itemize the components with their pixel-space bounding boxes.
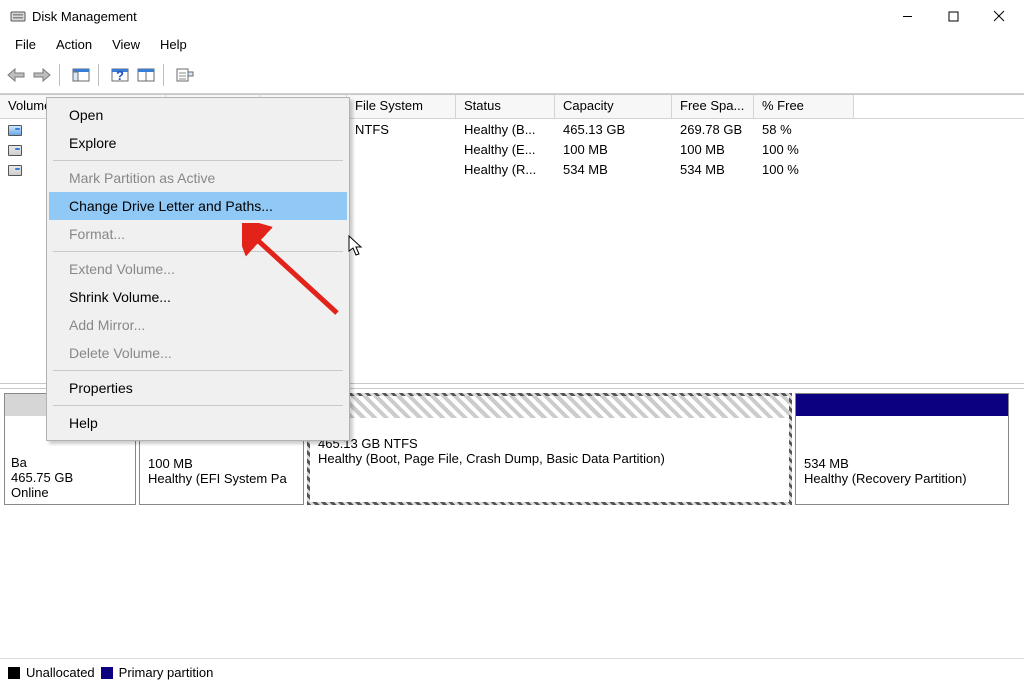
col-capacity[interactable]: Capacity	[555, 95, 672, 118]
help-button[interactable]: ?	[108, 63, 132, 87]
partition-header	[796, 394, 1008, 416]
partition-c-selected[interactable]: 465.13 GB NTFS Healthy (Boot, Page File,…	[307, 393, 792, 505]
svg-text:?: ?	[116, 68, 124, 83]
cell-capacity: 100 MB	[555, 141, 672, 158]
drive-icon	[8, 165, 22, 176]
ctx-explore[interactable]: Explore	[49, 129, 347, 157]
menu-view[interactable]: View	[103, 34, 149, 55]
partition-size: 465.13 GB NTFS	[318, 436, 781, 451]
window-title: Disk Management	[32, 9, 884, 24]
cell-pfree: 100 %	[754, 141, 854, 158]
cell-status: Healthy (B...	[456, 121, 555, 138]
ctx-delete: Delete Volume...	[49, 339, 347, 367]
context-menu: Open Explore Mark Partition as Active Ch…	[46, 97, 350, 441]
col-pfree[interactable]: % Free	[754, 95, 854, 118]
cell-fs	[347, 168, 456, 170]
partition-header	[310, 396, 789, 418]
minimize-button[interactable]	[884, 0, 930, 32]
cursor-icon	[348, 235, 364, 257]
ctx-open[interactable]: Open	[49, 101, 347, 129]
drive-icon	[8, 145, 22, 156]
show-hide-console-tree-button[interactable]	[69, 63, 93, 87]
cell-capacity: 534 MB	[555, 161, 672, 178]
titlebar: Disk Management	[0, 0, 1024, 32]
forward-button[interactable]	[30, 63, 54, 87]
ctx-divider	[53, 160, 343, 161]
disk-label-cap: 465.75 GB	[11, 470, 129, 485]
cell-fs	[347, 148, 456, 150]
close-button[interactable]	[976, 0, 1022, 32]
menu-file[interactable]: File	[6, 34, 45, 55]
list-settings-button[interactable]	[173, 63, 197, 87]
partition-size: 534 MB	[804, 456, 1000, 471]
toolbar-separator	[98, 64, 103, 86]
menubar: File Action View Help	[0, 32, 1024, 61]
toolbar-separator	[59, 64, 64, 86]
view-settings-button[interactable]	[134, 63, 158, 87]
menu-action[interactable]: Action	[47, 34, 101, 55]
partition-size: 100 MB	[148, 456, 295, 471]
toolbar: ?	[0, 61, 1024, 94]
maximize-button[interactable]	[930, 0, 976, 32]
cell-free: 534 MB	[672, 161, 754, 178]
volume-list-pane: Volume Layout Type File System Status Ca…	[0, 94, 1024, 384]
cell-free: 269.78 GB	[672, 121, 754, 138]
partition-status: Healthy (Boot, Page File, Crash Dump, Ba…	[318, 451, 781, 466]
toolbar-separator	[163, 64, 168, 86]
cell-fs: NTFS	[347, 121, 456, 138]
disk-label-type: Ba	[11, 455, 129, 470]
ctx-properties[interactable]: Properties	[49, 374, 347, 402]
legend-swatch-unallocated	[8, 667, 20, 679]
partition-recovery[interactable]: 534 MB Healthy (Recovery Partition)	[795, 393, 1009, 505]
ctx-change-drive-letter[interactable]: Change Drive Letter and Paths...	[49, 192, 347, 220]
legend-swatch-primary	[101, 667, 113, 679]
app-icon	[10, 8, 26, 24]
ctx-mark-active: Mark Partition as Active	[49, 164, 347, 192]
legend-primary: Primary partition	[119, 665, 214, 680]
ctx-divider	[53, 405, 343, 406]
cell-pfree: 100 %	[754, 161, 854, 178]
cell-capacity: 465.13 GB	[555, 121, 672, 138]
cell-status: Healthy (E...	[456, 141, 555, 158]
drive-icon	[8, 125, 22, 136]
ctx-help[interactable]: Help	[49, 409, 347, 437]
disk-label-status: Online	[11, 485, 129, 500]
back-button[interactable]	[4, 63, 28, 87]
col-free[interactable]: Free Spa...	[672, 95, 754, 118]
col-status[interactable]: Status	[456, 95, 555, 118]
ctx-format: Format...	[49, 220, 347, 248]
cell-free: 100 MB	[672, 141, 754, 158]
ctx-divider	[53, 370, 343, 371]
legend-unallocated: Unallocated	[26, 665, 95, 680]
cell-pfree: 58 %	[754, 121, 854, 138]
partition-status: Healthy (Recovery Partition)	[804, 471, 1000, 486]
cell-status: Healthy (R...	[456, 161, 555, 178]
window-controls	[884, 0, 1022, 32]
partition-status: Healthy (EFI System Pa	[148, 471, 295, 486]
menu-help[interactable]: Help	[151, 34, 196, 55]
ctx-shrink[interactable]: Shrink Volume...	[49, 283, 347, 311]
ctx-divider	[53, 251, 343, 252]
col-fs[interactable]: File System	[347, 95, 456, 118]
legend: Unallocated Primary partition	[0, 658, 1024, 680]
ctx-mirror: Add Mirror...	[49, 311, 347, 339]
ctx-extend: Extend Volume...	[49, 255, 347, 283]
